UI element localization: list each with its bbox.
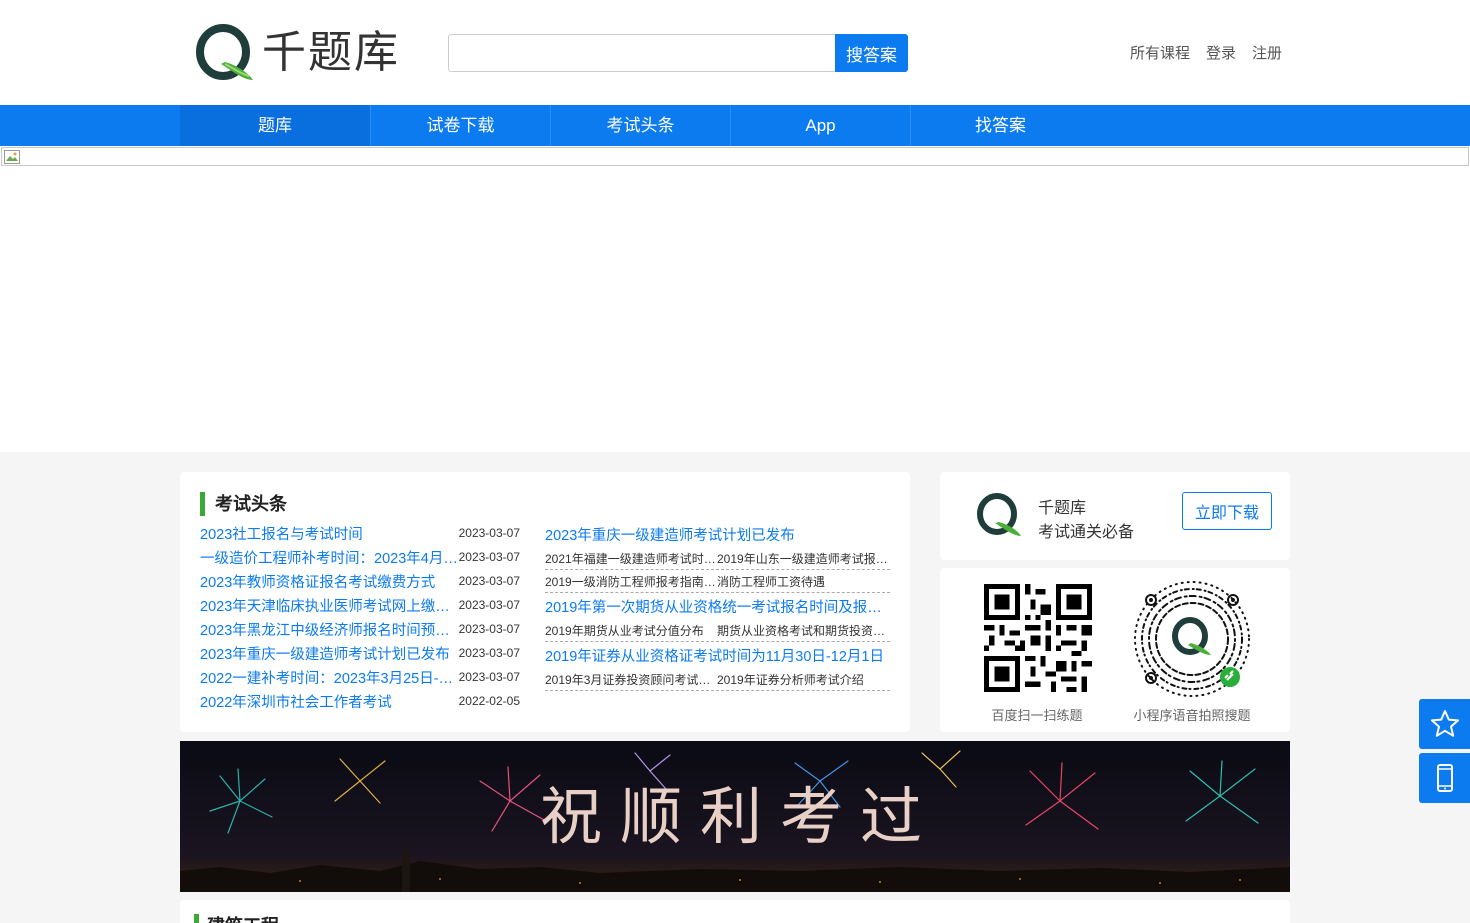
news-link[interactable]: 2023年重庆一级建造师考试计划已发布 <box>200 643 458 664</box>
topic-headline: 2023年重庆一级建造师考试计划已发布 <box>545 521 890 547</box>
qr-code-card: 百度扫一扫练题 小程序语音拍照搜题 <box>940 568 1290 732</box>
topic-headline: 2019年第一次期货从业资格统一考试报名时间及报名入口 <box>545 593 890 619</box>
broken-image-icon <box>4 150 20 164</box>
nav-item-tiku[interactable]: 题库 <box>180 105 370 146</box>
news-date: 2023-03-07 <box>458 526 520 540</box>
nav-item-paper-download[interactable]: 试卷下载 <box>371 105 550 146</box>
topic-column: 2023年重庆一级建造师考试计划已发布 2021年福建一级建造师考试时间公布 2… <box>545 521 890 691</box>
nav-item-find-answer[interactable]: 找答案 <box>911 105 1090 146</box>
next-section-card: 建筑工程 <box>180 900 1290 923</box>
news-link[interactable]: 2022年深圳市社会工作者考试 <box>200 691 458 712</box>
mobile-icon <box>1437 764 1453 792</box>
list-item: 2023年天津临床执业医师考试网上缴费时间 2023-03-07 <box>200 593 520 617</box>
topic-headline-link[interactable]: 2019年证券从业资格证考试时间为11月30日-12月1日 <box>545 645 890 666</box>
topic-sub-link[interactable]: 2019年期货从业考试分值分布 <box>545 622 717 639</box>
news-date: 2022-02-05 <box>458 694 520 708</box>
nav-item-exam-news[interactable]: 考试头条 <box>551 105 730 146</box>
topic-headline-link[interactable]: 2019年第一次期货从业资格统一考试报名时间及报名入口 <box>545 596 890 617</box>
topic-sub-row: 2019年3月证券投资顾问考试报名 2019年证券分析师考试介绍 <box>545 668 890 691</box>
news-link[interactable]: 2022一建补考时间：2023年3月25日-26日 <box>200 667 458 688</box>
topic-sub-row: 2019年期货从业考试分值分布 期货从业资格考试和期货投资分析 <box>545 619 890 642</box>
good-luck-banner[interactable]: 祝顺利考过 <box>180 741 1290 892</box>
news-list: 2023社工报名与考试时间 2023-03-07 一级造价工程师补考时间：2023… <box>200 521 520 713</box>
topic-sub-link[interactable]: 消防工程师工资待遇 <box>717 573 889 590</box>
logo-q-icon <box>196 24 253 80</box>
topic-sub-row: 2019一级消防工程师报考指南解读 消防工程师工资待遇 <box>545 570 890 593</box>
topic-sub-link[interactable]: 2019一级消防工程师报考指南解读 <box>545 573 717 590</box>
nav-item-app[interactable]: App <box>731 105 910 146</box>
mini-program-code-icon[interactable] <box>1131 578 1253 700</box>
news-date: 2023-03-07 <box>458 670 520 684</box>
favorite-float-button[interactable] <box>1419 699 1470 749</box>
broken-banner-image[interactable] <box>1 147 1469 166</box>
login-link[interactable]: 登录 <box>1206 42 1236 63</box>
topic-sub-link[interactable]: 2019年证券分析师考试介绍 <box>717 671 889 688</box>
app-slogan: 考试通关必备 <box>1038 524 1135 541</box>
all-courses-link[interactable]: 所有课程 <box>1130 42 1190 63</box>
mobile-float-button[interactable] <box>1419 753 1470 803</box>
news-date: 2023-03-07 <box>458 622 520 636</box>
list-item: 2023年重庆一级建造师考试计划已发布 2023-03-07 <box>200 641 520 665</box>
section-title: 建筑工程 <box>194 914 279 923</box>
banner-area <box>0 146 1470 452</box>
top-links: 所有课程 登录 注册 <box>1130 42 1282 63</box>
topic-sub-link[interactable]: 2021年福建一级建造师考试时间公布 <box>545 550 717 567</box>
search-input[interactable] <box>448 34 836 72</box>
news-date: 2023-03-07 <box>458 646 520 660</box>
main-nav: 题库 试卷下载 考试头条 App 找答案 <box>0 105 1470 146</box>
app-logo-icon <box>977 493 1021 536</box>
baidu-qr-code-icon[interactable] <box>984 584 1092 692</box>
app-download-card: 千题库 考试通关必备 立即下载 <box>940 472 1290 560</box>
list-item: 2022年深圳市社会工作者考试 2022-02-05 <box>200 689 520 713</box>
baidu-qr-label: 百度扫一扫练题 <box>991 708 1083 723</box>
topic-sub-link[interactable]: 期货从业资格考试和期货投资分析 <box>717 622 889 639</box>
list-item: 2023年教师资格证报名考试缴费方式 2023-03-07 <box>200 569 520 593</box>
list-item: 2022一建补考时间：2023年3月25日-26日 2023-03-07 <box>200 665 520 689</box>
news-link[interactable]: 2023社工报名与考试时间 <box>200 523 458 544</box>
section-title: 考试头条 <box>200 492 287 516</box>
list-item: 2023社工报名与考试时间 2023-03-07 <box>200 521 520 545</box>
news-date: 2023-03-07 <box>458 550 520 564</box>
star-icon <box>1431 710 1459 737</box>
topic-sub-link[interactable]: 2019年山东一级建造师考试报名时间 <box>717 550 889 567</box>
news-link[interactable]: 一级造价工程师补考时间：2023年4月22日-23日 <box>200 547 458 568</box>
list-item: 2023年黑龙江中级经济师报名时间预计6月份2023-03-07 <box>200 617 520 641</box>
logo-text: 千题库 <box>262 27 400 78</box>
download-now-button[interactable]: 立即下载 <box>1182 492 1272 530</box>
news-link[interactable]: 2023年黑龙江中级经济师报名时间预计6月份 <box>200 619 458 640</box>
topic-headline: 2019年证券从业资格证考试时间为11月30日-12月1日 <box>545 642 890 668</box>
banner-text: 祝顺利考过 <box>539 780 940 853</box>
news-date: 2023-03-07 <box>458 574 520 588</box>
news-link[interactable]: 2023年教师资格证报名考试缴费方式 <box>200 571 458 592</box>
app-name: 千题库 <box>1038 500 1087 517</box>
exam-news-card: 考试头条 2023社工报名与考试时间 2023-03-07 一级造价工程师补考时间… <box>180 472 910 732</box>
topic-headline-link[interactable]: 2023年重庆一级建造师考试计划已发布 <box>545 524 890 545</box>
news-link[interactable]: 2023年天津临床执业医师考试网上缴费时间 <box>200 595 458 616</box>
header: 千题库 搜答案 所有课程 登录 注册 <box>0 0 1470 105</box>
search-button[interactable]: 搜答案 <box>835 34 908 72</box>
register-link[interactable]: 注册 <box>1252 42 1282 63</box>
topic-sub-link[interactable]: 2019年3月证券投资顾问考试报名 <box>545 671 717 688</box>
mini-program-qr-label: 小程序语音拍照搜题 <box>1133 708 1251 723</box>
news-date: 2023-03-07 <box>458 598 520 612</box>
list-item: 一级造价工程师补考时间：2023年4月22日-23日2023-03-07 <box>200 545 520 569</box>
topic-sub-row: 2021年福建一级建造师考试时间公布 2019年山东一级建造师考试报名时间 <box>545 547 890 570</box>
